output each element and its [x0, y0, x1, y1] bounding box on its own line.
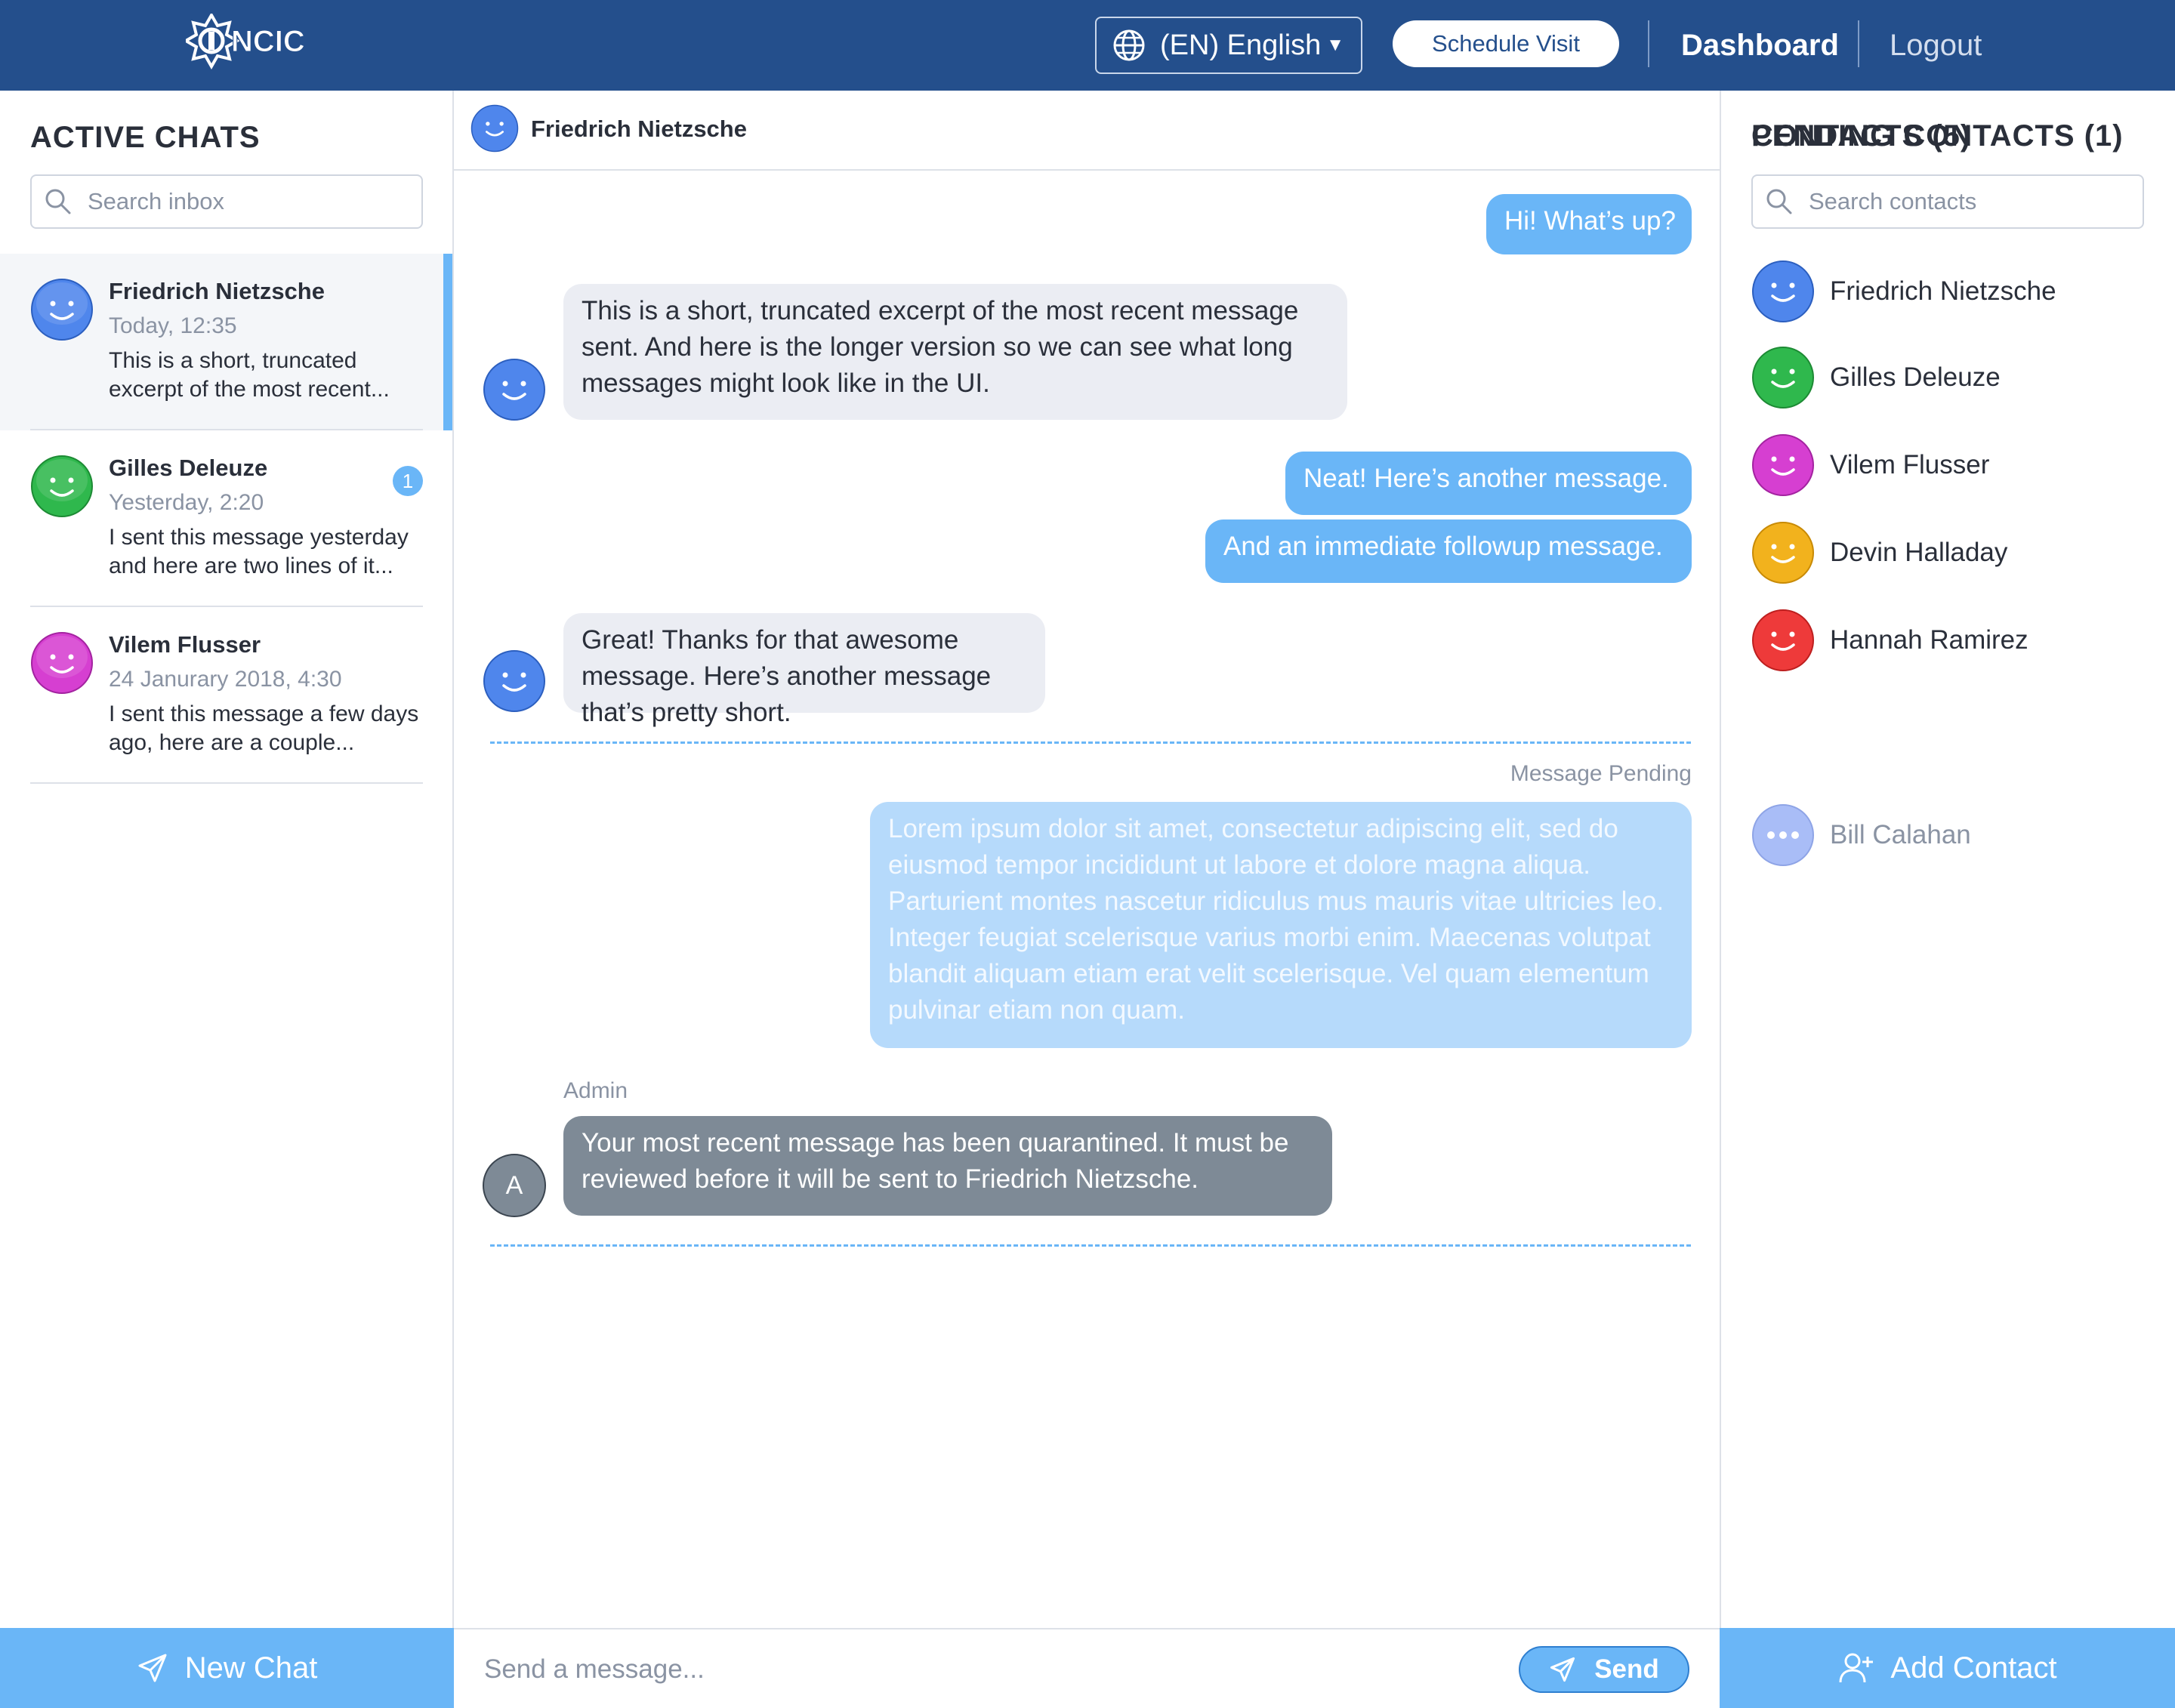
chat-contact-name: Friedrich Nietzsche — [109, 278, 325, 304]
avatar — [470, 104, 519, 153]
smiley-avatar-icon — [483, 359, 545, 421]
send-plane-icon — [138, 1654, 167, 1682]
conversation-panel: Friedrich Nietzsche Hi! What’s up? This … — [454, 91, 1720, 1628]
search-icon — [1766, 189, 1792, 214]
logo-icon: NCIC — [186, 14, 305, 70]
smiley-avatar-icon — [1752, 347, 1814, 409]
smiley-avatar-icon — [1752, 261, 1814, 322]
smiley-avatar-icon — [1752, 522, 1814, 584]
pending-divider — [490, 741, 1691, 744]
contact-name: Devin Halladay — [1830, 538, 2008, 567]
contact-name: Bill Calahan — [1830, 820, 1971, 849]
chat-list-item[interactable]: Friedrich Nietzsche Today, 12:35 This is… — [0, 254, 452, 430]
smiley-avatar-icon — [1752, 609, 1814, 671]
message-input[interactable] — [484, 1651, 1239, 1688]
panel-title: ACTIVE CHATS — [30, 121, 261, 154]
contact-item[interactable]: Devin Halladay — [1751, 519, 2144, 586]
smiley-avatar-icon — [483, 650, 545, 712]
admin-avatar: A — [483, 1154, 546, 1217]
add-contact-button[interactable]: Add Contact — [1720, 1628, 2175, 1708]
contact-name: Hannah Ramirez — [1830, 625, 2028, 655]
new-chat-label: New Chat — [184, 1651, 318, 1685]
contact-item[interactable]: Hannah Ramirez — [1751, 607, 2144, 674]
smiley-avatar-icon — [31, 455, 93, 517]
new-chat-button[interactable]: New Chat — [0, 1628, 454, 1708]
chat-list-item[interactable]: Gilles Deleuze 1 Yesterday, 2:20 I sent … — [0, 430, 452, 607]
message-bubble-outgoing: Neat! Here’s another message. — [1285, 452, 1692, 515]
smiley-avatar-icon — [1752, 434, 1814, 496]
contact-item[interactable]: Gilles Deleuze — [1751, 344, 2144, 411]
message-status-label: Message Pending — [1510, 761, 1692, 786]
logo-text: NCIC — [231, 25, 305, 58]
schedule-visit-button[interactable]: Schedule Visit — [1393, 20, 1619, 67]
avatar — [30, 631, 94, 695]
pending-divider — [490, 1244, 1691, 1247]
contact-name: Gilles Deleuze — [1830, 362, 2001, 392]
conversation-contact-name: Friedrich Nietzsche — [531, 116, 747, 142]
unread-badge: 1 — [393, 466, 423, 496]
chat-preview: This is a short, truncated excerpt of th… — [109, 348, 390, 402]
divider — [1648, 20, 1649, 67]
chat-timestamp: Yesterday, 2:20 — [109, 490, 264, 515]
contact-item[interactable]: Vilem Flusser — [1751, 432, 2144, 498]
smiley-avatar-icon — [31, 279, 93, 341]
globe-icon — [1113, 29, 1145, 61]
message-bubble-outgoing: Hi! What’s up? — [1486, 194, 1692, 254]
avatar — [30, 278, 94, 341]
send-plane-icon — [1550, 1657, 1575, 1682]
contact-item[interactable]: Friedrich Nietzsche — [1751, 258, 2144, 325]
message-bubble-incoming: This is a short, truncated excerpt of th… — [563, 284, 1347, 420]
contact-name: Friedrich Nietzsche — [1830, 276, 2056, 306]
language-label: (EN) English — [1160, 29, 1322, 61]
sender-label: Admin — [563, 1078, 628, 1103]
search-inbox-box[interactable] — [30, 174, 423, 229]
add-contact-label: Add Contact — [1890, 1651, 2057, 1685]
pending-contacts-title: PENDING CONTACTS (1) — [1751, 119, 2124, 153]
chat-contact-name: Gilles Deleuze — [109, 455, 268, 481]
active-chats-panel: ACTIVE CHATS Friedrich Nietzsche Today, … — [0, 91, 454, 1628]
contacts-panel: CONTACTS (5) Friedrich Nietzsche Gilles … — [1720, 91, 2175, 1628]
search-icon — [45, 189, 71, 214]
chat-timestamp: Today, 12:35 — [109, 313, 237, 338]
language-select[interactable]: (EN) English ▼ — [1095, 17, 1362, 74]
divider — [30, 782, 423, 784]
message-bubble-pending: Lorem ipsum dolor sit amet, consectetur … — [870, 802, 1692, 1048]
search-contacts-box[interactable] — [1751, 174, 2144, 229]
avatar — [30, 455, 94, 518]
message-composer: Send — [454, 1628, 1720, 1708]
send-button[interactable]: Send — [1519, 1646, 1689, 1693]
chat-preview: I sent this message yesterday and here a… — [109, 525, 409, 578]
search-contacts-input[interactable] — [1809, 188, 2111, 215]
chat-timestamp: 24 Janurary 2018, 4:30 — [109, 667, 342, 692]
active-indicator — [443, 254, 452, 430]
message-bubble-incoming: Great! Thanks for that awesome message. … — [563, 613, 1045, 727]
conversation-header: Friedrich Nietzsche — [454, 91, 1720, 171]
nav-logout-link[interactable]: Logout — [1890, 23, 1982, 68]
pending-dots-avatar-icon — [1752, 804, 1814, 866]
send-label: Send — [1594, 1654, 1659, 1684]
top-bar: NCIC (EN) English ▼ Schedule Visit Dashb… — [0, 0, 2175, 91]
nav-dashboard-link[interactable]: Dashboard — [1681, 23, 1839, 68]
chat-preview: I sent this message a few days ago, here… — [109, 701, 419, 755]
smiley-avatar-icon — [31, 632, 93, 694]
avatar — [483, 649, 546, 713]
contact-name: Vilem Flusser — [1830, 450, 1990, 479]
divider — [1858, 20, 1859, 67]
message-bubble-outgoing: And an immediate followup message. — [1205, 519, 1692, 583]
pending-contact-item[interactable]: Bill Calahan — [1751, 802, 2144, 868]
search-inbox-input[interactable] — [88, 188, 390, 215]
logo[interactable]: NCIC — [186, 14, 334, 77]
add-user-icon — [1839, 1653, 1874, 1683]
smiley-avatar-icon — [470, 104, 519, 153]
chat-list: Friedrich Nietzsche Today, 12:35 This is… — [0, 254, 452, 784]
message-bubble-admin: Your most recent message has been quaran… — [563, 1116, 1332, 1216]
avatar — [483, 358, 546, 421]
chat-list-item[interactable]: Vilem Flusser 24 Janurary 2018, 4:30 I s… — [0, 607, 452, 784]
chat-contact-name: Vilem Flusser — [109, 631, 261, 658]
chevron-down-icon: ▼ — [1326, 35, 1344, 55]
